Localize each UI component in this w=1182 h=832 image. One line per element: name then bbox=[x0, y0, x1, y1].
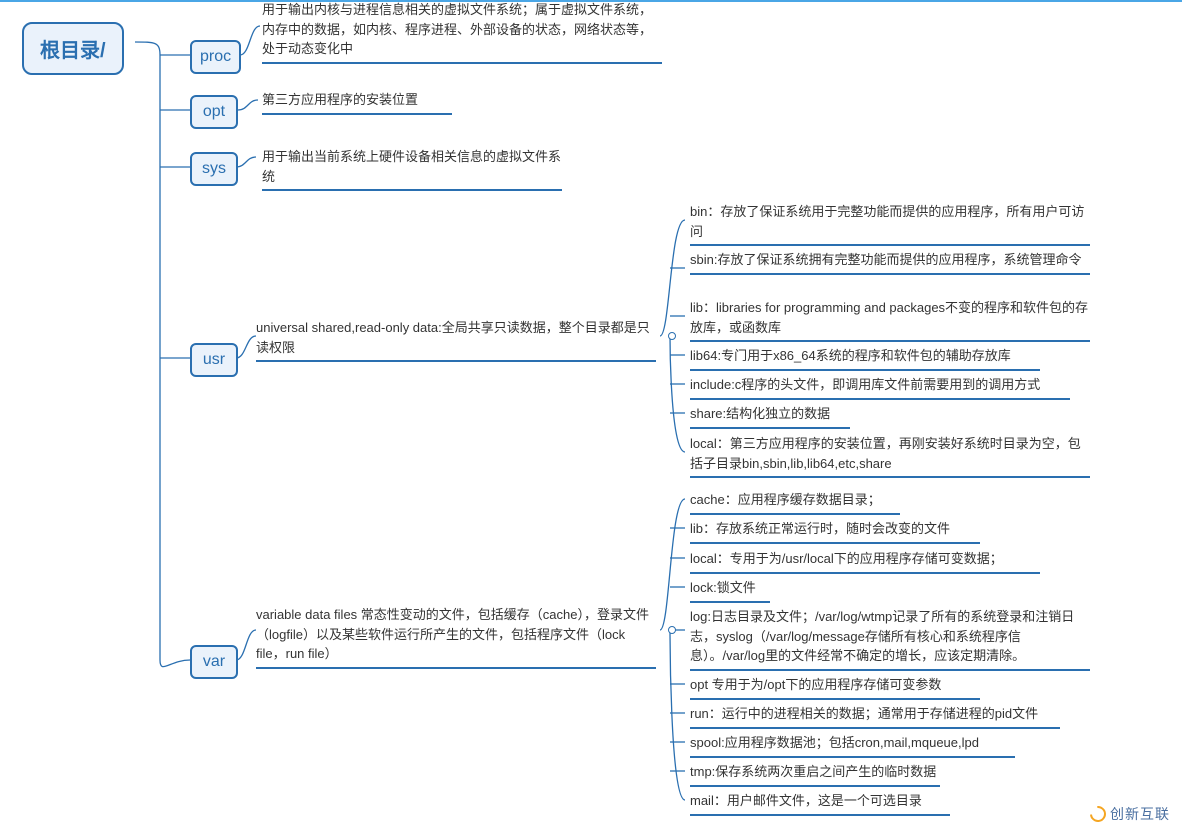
var-log: log:日志目录及文件；/var/log/wtmp记录了所有的系统登录和注销日志… bbox=[690, 607, 1090, 671]
dir-usr-label: usr bbox=[203, 351, 225, 369]
watermark: 创新互联 bbox=[1090, 804, 1170, 824]
dir-opt-label: opt bbox=[203, 103, 225, 121]
var-lock: lock:锁文件 bbox=[690, 578, 770, 603]
root-label: 根目录/ bbox=[40, 34, 106, 63]
var-spool: spool:应用程序数据池；包括cron,mail,mqueue,lpd bbox=[690, 733, 1015, 758]
var-desc: variable data files 常态性变动的文件，包括缓存（cache）… bbox=[256, 605, 656, 669]
dir-sys[interactable]: sys bbox=[190, 152, 238, 186]
dir-proc-label: proc bbox=[200, 48, 231, 66]
dir-opt[interactable]: opt bbox=[190, 95, 238, 129]
opt-desc: 第三方应用程序的安装位置 bbox=[262, 90, 452, 115]
expand-handle-icon[interactable] bbox=[668, 332, 676, 340]
usr-share: share:结构化独立的数据 bbox=[690, 404, 850, 429]
var-local: local：专用于为/usr/local下的应用程序存储可变数据； bbox=[690, 549, 1040, 574]
usr-lib: lib：libraries for programming and packag… bbox=[690, 298, 1090, 342]
dir-usr[interactable]: usr bbox=[190, 343, 238, 377]
var-lib: lib：存放系统正常运行时，随时会改变的文件 bbox=[690, 519, 980, 544]
var-mail: mail：用户邮件文件，这是一个可选目录 bbox=[690, 791, 950, 816]
dir-sys-label: sys bbox=[202, 160, 226, 178]
usr-local: local：第三方应用程序的安装位置，再刚安装好系统时目录为空，包括子目录bin… bbox=[690, 434, 1090, 478]
root-node[interactable]: 根目录/ bbox=[22, 22, 124, 75]
watermark-text: 创新互联 bbox=[1110, 804, 1170, 824]
usr-bin: bin：存放了保证系统用于完整功能而提供的应用程序，所有用户可访问 bbox=[690, 202, 1090, 246]
watermark-logo-icon bbox=[1087, 803, 1110, 826]
sys-desc: 用于输出当前系统上硬件设备相关信息的虚拟文件系统 bbox=[262, 147, 562, 191]
var-run: run：运行中的进程相关的数据；通常用于存储进程的pid文件 bbox=[690, 704, 1060, 729]
dir-var-label: var bbox=[203, 653, 225, 671]
proc-desc: 用于输出内核与进程信息相关的虚拟文件系统；属于虚拟文件系统，内存中的数据，如内核… bbox=[262, 0, 662, 64]
dir-var[interactable]: var bbox=[190, 645, 238, 679]
var-opt: opt 专用于为/opt下的应用程序存储可变参数 bbox=[690, 675, 980, 700]
var-cache: cache：应用程序缓存数据目录； bbox=[690, 490, 900, 515]
usr-include: include:c程序的头文件，即调用库文件前需要用到的调用方式 bbox=[690, 375, 1070, 400]
dir-proc[interactable]: proc bbox=[190, 40, 241, 74]
expand-handle-icon[interactable] bbox=[668, 626, 676, 634]
usr-desc: universal shared,read-only data:全局共享只读数据… bbox=[256, 318, 656, 362]
usr-sbin: sbin:存放了保证系统拥有完整功能而提供的应用程序，系统管理命令 bbox=[690, 250, 1090, 275]
usr-lib64: lib64:专门用于x86_64系统的程序和软件包的辅助存放库 bbox=[690, 346, 1040, 371]
var-tmp: tmp:保存系统两次重启之间产生的临时数据 bbox=[690, 762, 940, 787]
